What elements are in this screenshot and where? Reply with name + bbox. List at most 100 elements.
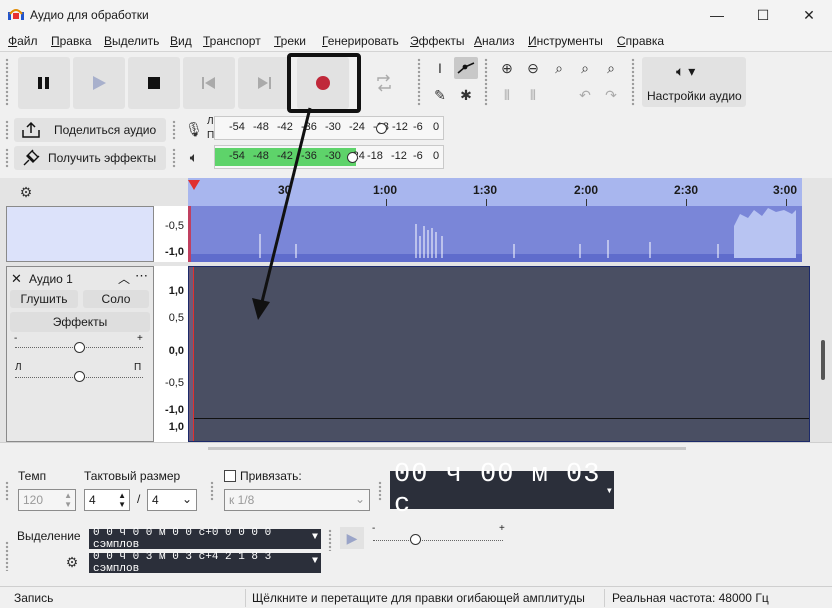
timeline-settings-button[interactable]: ⚙︎ <box>14 181 38 203</box>
playback-meter-button[interactable]: 🔈︎ <box>182 146 206 168</box>
multi-tool-button[interactable]: ✱ <box>454 84 478 106</box>
redo-button[interactable]: ↷ <box>599 84 623 106</box>
toolbar-grip[interactable] <box>5 481 9 501</box>
share-audio-button[interactable]: Поделиться аудио <box>14 118 166 142</box>
zoom-out-button[interactable]: ⊖ <box>521 57 545 79</box>
record-meter-button[interactable]: 🎙︎ <box>182 118 206 140</box>
play-speed-slider[interactable] <box>373 540 503 541</box>
ruler-tick: 1:00 <box>373 183 398 197</box>
stop-button[interactable] <box>128 57 180 109</box>
track-menu-icon[interactable]: ⋯ <box>135 268 148 284</box>
numerator-spinner-icon[interactable]: ▲ ▼ <box>118 491 126 509</box>
skip-start-button[interactable] <box>183 57 235 109</box>
draw-tool-button[interactable]: ✎ <box>428 84 452 106</box>
solo-button[interactable]: Соло <box>83 290 149 308</box>
fit-selection-button[interactable]: ⌕ <box>547 57 571 79</box>
chevron-down-icon: ⌄ <box>354 492 365 506</box>
toolbar-grip[interactable] <box>328 529 332 551</box>
toolbar-grip[interactable] <box>631 58 635 106</box>
meter-tick: -12 <box>392 121 408 133</box>
track-effects-label: Эффекты <box>52 315 108 329</box>
pause-button[interactable] <box>18 57 70 109</box>
play-button[interactable] <box>73 57 125 109</box>
status-bar: Запись Щёлкните и перетащите для правки … <box>0 586 832 608</box>
snap-label: Привязать: <box>240 469 302 483</box>
toolbar-grip[interactable] <box>210 481 214 501</box>
toolbar-grip[interactable] <box>172 120 176 140</box>
selection-tool-button[interactable]: I <box>428 57 452 79</box>
maximize-button[interactable]: ☐ <box>740 0 786 30</box>
trim-outside-button[interactable]: ⫴ <box>495 84 519 106</box>
zoom-fit-project-icon: ⌕ <box>581 59 589 76</box>
track-effects-button[interactable]: Эффекты <box>10 312 150 332</box>
mute-button[interactable]: Глушить <box>10 290 78 308</box>
track-2-header[interactable]: ✕ Аудио 1 ︿ ⋯ Глушить Соло Эффекты - + Л… <box>6 266 154 442</box>
toolbar-grip[interactable] <box>5 148 9 168</box>
track-1-header[interactable] <box>6 206 154 262</box>
play-speed-knob[interactable] <box>410 534 421 545</box>
selection-settings-button[interactable]: ⚙︎ <box>60 551 84 573</box>
undo-button[interactable]: ↶ <box>573 84 597 106</box>
trim-icon: ⫴ <box>504 86 510 103</box>
toolbar-grip[interactable] <box>5 541 9 571</box>
tempo-input[interactable]: 120 ▲ ▼ <box>18 489 76 511</box>
vertical-scrollbar[interactable] <box>821 340 825 380</box>
pan-slider-knob[interactable] <box>74 371 85 382</box>
menu-edit[interactable]: Правка <box>51 34 92 48</box>
time-display[interactable]: 00 ч 00 м 03 с ▾ <box>390 460 614 520</box>
record-level-knob[interactable] <box>376 123 387 134</box>
meter-tick: -54 <box>229 121 245 133</box>
loop-button[interactable] <box>358 57 410 109</box>
time-sig-numerator-input[interactable]: 4 ▲ ▼ <box>84 489 130 511</box>
selection-start-value: 0 0 ч 0 0 м 0 0 с+0 0 0 0 0 сэмплов <box>93 527 272 551</box>
loop-icon <box>377 74 391 92</box>
playback-level-knob[interactable] <box>347 152 358 163</box>
time-sig-denominator-select[interactable]: 4 ⌄ <box>147 489 197 511</box>
zoom-fit-selection-icon: ⌕ <box>555 59 563 76</box>
snap-checkbox[interactable] <box>224 470 236 482</box>
meter-tick: -54 <box>229 150 245 162</box>
zoom-in-button[interactable]: ⊕ <box>495 57 519 79</box>
menu-tools[interactable]: Инструменты <box>528 34 603 48</box>
tempo-value: 120 <box>23 493 44 507</box>
menu-analyze[interactable]: Анализ <box>474 34 515 48</box>
play-at-speed-button[interactable]: ▶ <box>340 527 364 549</box>
minimize-button[interactable]: — <box>694 0 740 30</box>
track-name[interactable]: Аудио 1 <box>29 272 73 286</box>
horizontal-scrollbar[interactable] <box>208 447 686 451</box>
selection-end-display[interactable]: 0 0 ч 0 3 м 0 3 с+4 2 1 8 3 сэмплов ▼ <box>89 551 321 575</box>
time-format-dropdown-icon[interactable]: ▾ <box>606 483 614 498</box>
scale-label: 0,0 <box>168 345 184 357</box>
menu-generate[interactable]: Генерировать <box>322 34 399 48</box>
toolbar-grip[interactable] <box>417 58 421 106</box>
get-effects-button[interactable]: Получить эффекты <box>14 146 166 170</box>
tempo-spinner-icon[interactable]: ▲ ▼ <box>64 491 72 509</box>
audio-settings-button[interactable]: 🔈︎ ▾ Настройки аудио <box>642 57 746 107</box>
meter-tick: 0 <box>433 150 440 162</box>
menu-help[interactable]: Справка <box>617 34 664 48</box>
toolbar-grip[interactable] <box>172 148 176 168</box>
silence-button[interactable]: ⫴ <box>521 84 545 106</box>
meter-tick: -6 <box>413 121 423 133</box>
zoom-toggle-button[interactable]: ⌕ <box>599 57 623 79</box>
close-button[interactable]: ✕ <box>786 0 832 30</box>
gain-slider-knob[interactable] <box>74 342 85 353</box>
toolbar-grip[interactable] <box>484 58 488 106</box>
toolbar-grip[interactable] <box>378 481 382 501</box>
track-close-icon[interactable]: ✕ <box>11 271 22 287</box>
selection-start-display[interactable]: 0 0 ч 0 0 м 0 0 с+0 0 0 0 0 сэмплов ▼ <box>89 527 321 551</box>
menu-effects[interactable]: Эффекты <box>410 34 465 48</box>
fit-project-button[interactable]: ⌕ <box>573 57 597 79</box>
toolbar-grip[interactable] <box>5 58 9 106</box>
menu-view[interactable]: Вид <box>170 34 192 48</box>
menu-transport[interactable]: Транспорт <box>203 34 261 48</box>
playhead-line <box>193 267 194 441</box>
toolbar-grip[interactable] <box>5 120 9 140</box>
menu-tracks[interactable]: Треки <box>274 34 306 48</box>
pause-icon <box>38 77 49 89</box>
envelope-tool-button[interactable] <box>454 57 478 79</box>
menu-select[interactable]: Выделить <box>104 34 159 48</box>
collapse-track-icon[interactable]: ︿ <box>118 270 130 287</box>
snap-select[interactable]: к 1/8 ⌄ <box>224 489 370 511</box>
menu-file[interactable]: Файл <box>8 34 38 48</box>
